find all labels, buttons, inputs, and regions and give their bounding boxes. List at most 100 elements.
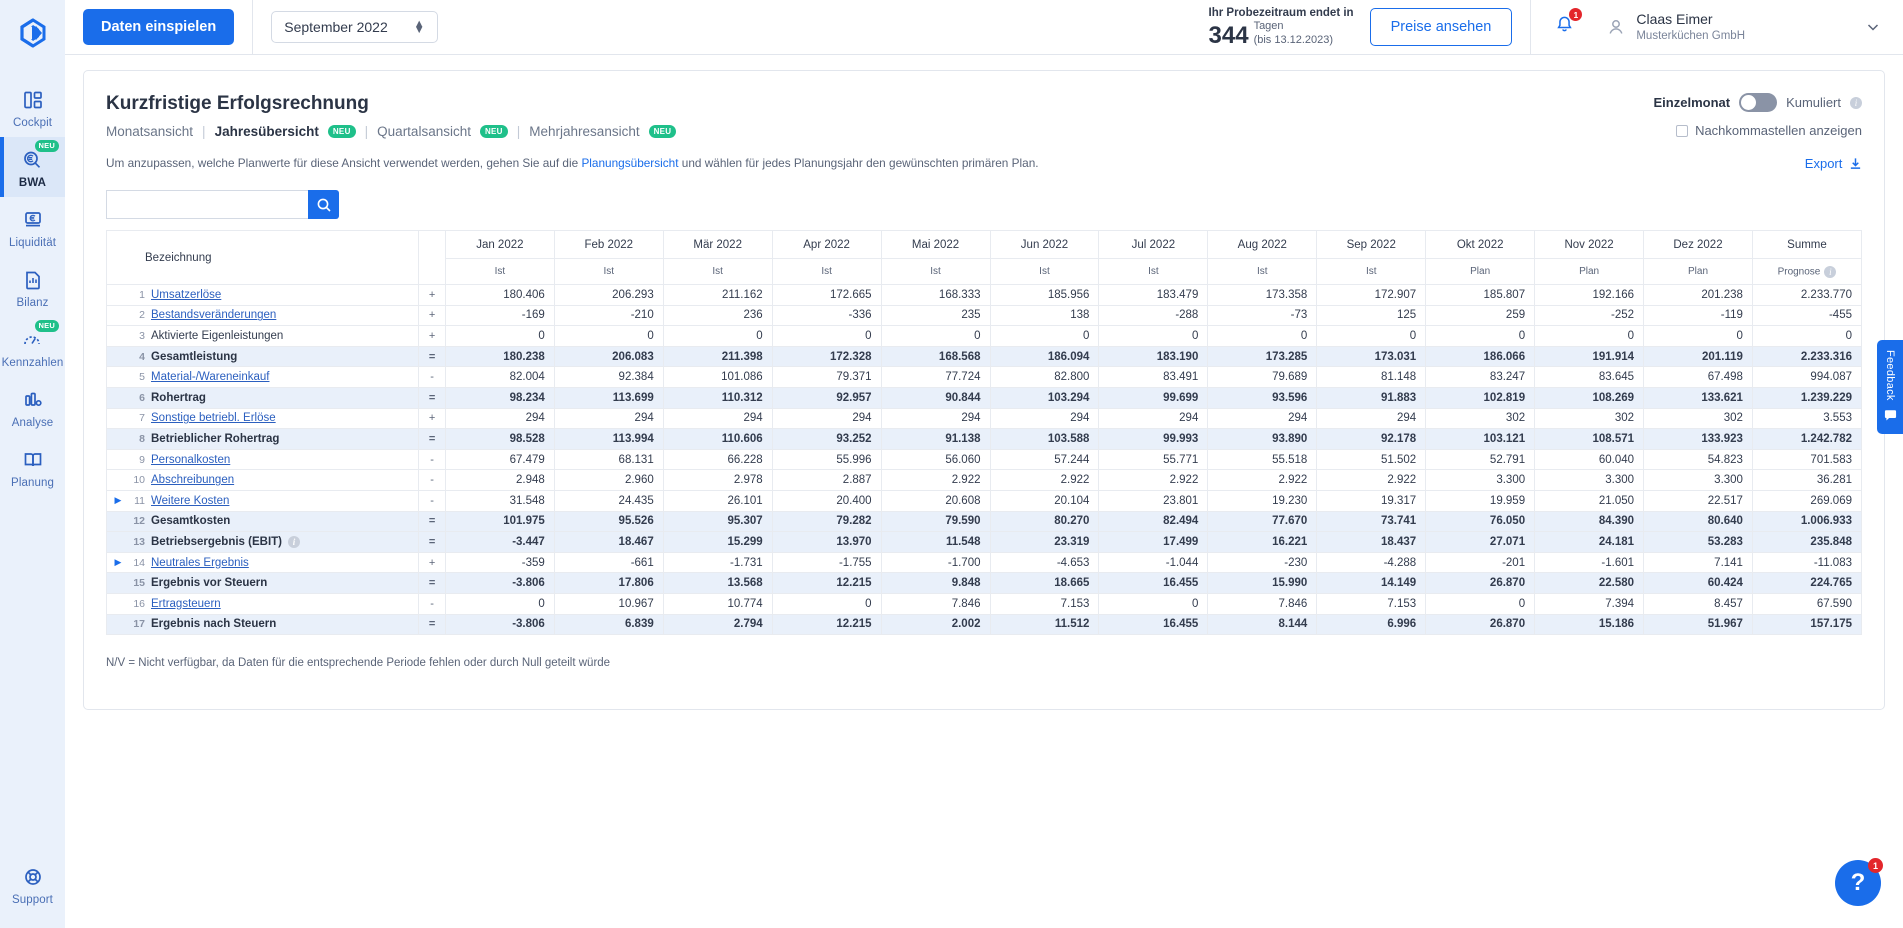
main-area: Daten einspielen September 2022 ▲ ▼ Ihr P… [65,0,1903,928]
month-select[interactable]: September 2022 ▲ ▼ [271,11,438,43]
table-cell-value: 294 [553,407,664,430]
table-cell-value: 101.086 [662,366,773,388]
sidebar-item-bwa[interactable]: NEU BWA [0,137,65,197]
row-label[interactable]: Bestandsveränderungen [151,309,276,321]
table-cell-value: 302 [1425,407,1536,430]
sidebar-item-cockpit[interactable]: Cockpit [0,77,65,137]
table-cell-value: 294 [880,407,991,430]
tab-separator: | [364,124,369,139]
table-cell-value: 0 [444,592,555,615]
notification-bell-button[interactable]: 1 [1537,8,1592,39]
table-body: 1 Umsatzerlöse +180.406 206.293 211.162 172.6… [105,284,1863,636]
agicap-logo-icon[interactable] [0,10,65,55]
feedback-tab[interactable]: Feedback [1877,340,1903,434]
tab-mehrjahresansicht[interactable]: Mehrjahresansicht [529,124,639,139]
table-cell-value: 2.233.770 [1751,284,1863,306]
table-cell-value: 51.967 [1643,613,1753,636]
tab-quartalsansicht[interactable]: Quartalsansicht [377,124,471,139]
row-label[interactable]: Ertragsteuern [151,598,221,610]
row-label: Ergebnis vor Steuern [151,577,268,590]
search-input[interactable] [106,190,308,219]
table-cell-value: 0 [880,325,991,347]
table-cell-value: 18.467 [553,531,664,553]
info-icon[interactable]: i [1850,96,1862,109]
table-cell-value: 99.993 [1098,428,1209,450]
sidebar-item-label: Planung [11,477,54,489]
sidebar-item-bilanz[interactable]: Bilanz [0,257,65,317]
col-header-month[interactable]: Jul 2022 [1098,230,1209,259]
col-header-month[interactable]: Feb 2022 [553,230,664,259]
table-row: 7 Sonstige betriebl. Erlöse +294 294 294 294 2… [105,407,1863,430]
table-row: 5 Material-/Wareneinkauf -82.004 92.384 101.… [105,366,1863,388]
table-cell-value: 172.907 [1316,284,1427,306]
row-label[interactable]: Abschreibungen [151,474,234,486]
table-cell-value: 92.178 [1316,428,1427,450]
row-label[interactable]: Sonstige betriebl. Erlöse [151,412,276,424]
tab-monatsansicht[interactable]: Monatsansicht [106,124,193,139]
row-label[interactable]: Umsatzerlöse [151,289,221,301]
col-header-month[interactable]: Sep 2022 [1316,230,1427,259]
table-row: 17 Ergebnis nach Steuern = -3.806 6.839 2.794… [105,613,1863,636]
row-label[interactable]: Material-/Wareneinkauf [151,371,269,383]
table-cell-value: 103.121 [1425,428,1536,450]
chevron-down-icon[interactable] [1865,19,1881,35]
toggle-label-kumuliert: Kumuliert [1786,95,1841,110]
sidebar-item-planung[interactable]: Planung [0,437,65,497]
table-cell-value: 201.119 [1643,345,1753,368]
table-cell-value: 294 [989,407,1100,430]
info-icon[interactable]: i [288,535,300,548]
stepper-icon[interactable]: ▲ ▼ [414,18,425,35]
import-data-button[interactable]: Daten einspielen [83,9,235,45]
table-cell-value: 0 [1425,592,1536,615]
col-header-month[interactable]: Dez 2022 [1643,230,1753,259]
table-cell-value: 3.300 [1534,469,1645,491]
import-section: Daten einspielen [65,0,252,55]
tab-jahresuebersicht[interactable]: Jahresübersicht [215,124,319,139]
col-header-month[interactable]: Mai 2022 [880,230,991,259]
user-menu-button[interactable]: Claas Eimer Musterküchen GmbH [1606,10,1881,43]
row-label[interactable]: Weitere Kosten [151,495,229,507]
col-header-month[interactable]: Jun 2022 [989,230,1100,259]
search-button[interactable] [308,190,339,219]
col-header-month[interactable]: Nov 2022 [1534,230,1645,259]
table-cell-value: -4.653 [989,551,1100,574]
col-header-month[interactable]: Mär 2022 [662,230,773,259]
table-cell-value: 7.394 [1534,592,1645,615]
sidebar-item-liquiditaet[interactable]: Liquidität [0,197,65,257]
sidebar-item-support[interactable]: Support [0,854,65,914]
row-number: 4 [139,350,145,363]
decimals-checkbox[interactable] [1676,124,1689,137]
planungsuebersicht-link[interactable]: Planungsübersicht [581,156,678,170]
row-label-cell: 16 Ertragsteuern [105,592,420,615]
table-cell-value: 55.996 [771,448,882,471]
user-avatar-icon [1609,20,1623,34]
expand-caret-icon[interactable]: ▶ [113,495,123,506]
sidebar-item-label: Liquidität [8,237,57,249]
info-icon[interactable]: i [1824,265,1837,278]
col-header-month[interactable]: Okt 2022 [1425,230,1536,259]
cumulative-toggle[interactable] [1739,93,1778,112]
row-label[interactable]: Personalkosten [151,454,230,466]
col-subheader-scenario: Plan [1534,258,1645,285]
trial-heading: Ihr Probezeitraum endet in [1208,7,1354,20]
col-header-month[interactable]: Apr 2022 [771,230,882,259]
sidebar-item-kennzahlen[interactable]: NEU Kennzahlen [0,317,65,377]
liquiditaet-atm-icon [23,207,43,233]
help-button[interactable]: ? 1 [1835,858,1883,906]
table-row: 8 Betrieblicher Rohertrag = 98.528 113.994 11… [105,428,1863,450]
tab-badge-neu: NEU [479,125,508,138]
row-label: Ergebnis nach Steuern [151,618,277,631]
row-label: Rohertrag [151,391,206,404]
table-cell-value: 133.923 [1643,428,1753,450]
col-header-month[interactable]: Summe [1751,230,1863,259]
table-cell-value: 18.437 [1316,531,1427,553]
expand-caret-icon[interactable]: ▶ [113,557,123,568]
row-label[interactable]: Neutrales Ergebnis [151,557,249,569]
col-header-month[interactable]: Jan 2022 [444,230,555,259]
col-header-bezeichnung[interactable]: Bezeichnung [105,230,420,285]
sidebar-item-analyse[interactable]: Analyse [0,377,65,437]
col-header-month[interactable]: Aug 2022 [1207,230,1318,259]
export-button[interactable]: Export [1654,156,1863,171]
sidebar-badge-neu: NEU [34,320,59,332]
view-prices-button[interactable]: Preise ansehen [1369,8,1513,46]
